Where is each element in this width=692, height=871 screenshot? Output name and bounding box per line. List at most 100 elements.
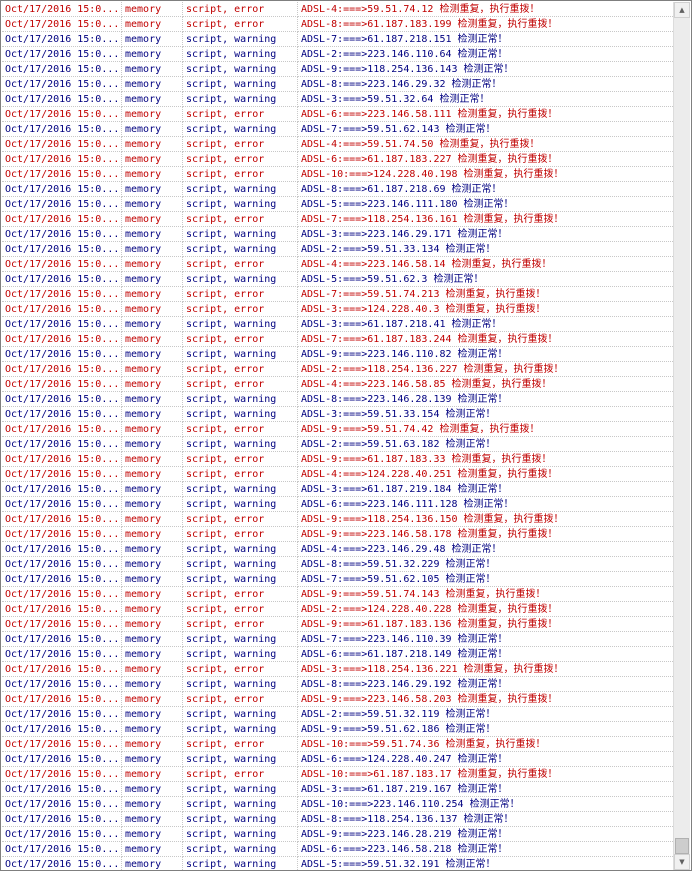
log-message-cell: ADSL-4:===>59.51.74.12 检测重复，执行重拨！ xyxy=(298,2,675,17)
log-time-cell: Oct/17/2016 15:0... xyxy=(2,212,122,227)
log-row[interactable]: Oct/17/2016 15:0... memory script, warning… xyxy=(2,557,675,572)
log-time-cell: Oct/17/2016 15:0... xyxy=(2,392,122,407)
log-row[interactable]: Oct/17/2016 15:0... memory script, error AD… xyxy=(2,332,675,347)
scroll-thumb[interactable] xyxy=(675,838,689,854)
log-row[interactable]: Oct/17/2016 15:0... memory script, error AD… xyxy=(2,107,675,122)
log-row[interactable]: Oct/17/2016 15:0... memory script, warning… xyxy=(2,497,675,512)
log-message-cell: ADSL-5:===>59.51.32.191 检测正常！ xyxy=(298,857,675,870)
log-row[interactable]: Oct/17/2016 15:0... memory script, warning… xyxy=(2,242,675,257)
log-time-cell: Oct/17/2016 15:0... xyxy=(2,317,122,332)
log-row[interactable]: Oct/17/2016 15:0... memory script, error AD… xyxy=(2,212,675,227)
log-row[interactable]: Oct/17/2016 15:0... memory script, error AD… xyxy=(2,662,675,677)
log-row[interactable]: Oct/17/2016 15:0... memory script, error AD… xyxy=(2,422,675,437)
log-time-cell: Oct/17/2016 15:0... xyxy=(2,512,122,527)
log-type-cell: script, error xyxy=(183,17,298,32)
log-source-cell: memory xyxy=(122,272,183,287)
log-row[interactable]: Oct/17/2016 15:0... memory script, warning… xyxy=(2,632,675,647)
log-time-cell: Oct/17/2016 15:0... xyxy=(2,572,122,587)
log-row[interactable]: Oct/17/2016 15:0... memory script, warning… xyxy=(2,227,675,242)
log-row[interactable]: Oct/17/2016 15:0... memory script, warning… xyxy=(2,122,675,137)
log-time-cell: Oct/17/2016 15:0... xyxy=(2,197,122,212)
log-row[interactable]: Oct/17/2016 15:0... memory script, warning… xyxy=(2,437,675,452)
log-type-cell: script, warning xyxy=(183,557,298,572)
log-row[interactable]: Oct/17/2016 15:0... memory script, error AD… xyxy=(2,302,675,317)
log-type-cell: script, warning xyxy=(183,632,298,647)
log-row[interactable]: Oct/17/2016 15:0... memory script, warning… xyxy=(2,782,675,797)
log-message-cell: ADSL-3:===>61.187.218.41 检测正常！ xyxy=(298,317,675,332)
vertical-scrollbar[interactable]: ▲ ▼ xyxy=(673,2,690,870)
log-source-cell: memory xyxy=(122,797,183,812)
log-row[interactable]: Oct/17/2016 15:0... memory script, warning… xyxy=(2,182,675,197)
log-time-cell: Oct/17/2016 15:0... xyxy=(2,812,122,827)
log-row[interactable]: Oct/17/2016 15:0... memory script, warning… xyxy=(2,32,675,47)
log-row[interactable]: Oct/17/2016 15:0... memory script, warning… xyxy=(2,857,675,870)
log-source-cell: memory xyxy=(122,332,183,347)
log-row[interactable]: Oct/17/2016 15:0... memory script, warning… xyxy=(2,317,675,332)
log-row[interactable]: Oct/17/2016 15:0... memory script, warning… xyxy=(2,827,675,842)
log-time-cell: Oct/17/2016 15:0... xyxy=(2,482,122,497)
log-row[interactable]: Oct/17/2016 15:0... memory script, error AD… xyxy=(2,2,675,17)
log-row[interactable]: Oct/17/2016 15:0... memory script, warning… xyxy=(2,77,675,92)
log-source-cell: memory xyxy=(122,167,183,182)
log-time-cell: Oct/17/2016 15:0... xyxy=(2,767,122,782)
log-row[interactable]: Oct/17/2016 15:0... memory script, error AD… xyxy=(2,452,675,467)
log-row[interactable]: Oct/17/2016 15:0... memory script, error AD… xyxy=(2,287,675,302)
log-row[interactable]: Oct/17/2016 15:0... memory script, warning… xyxy=(2,722,675,737)
log-row[interactable]: Oct/17/2016 15:0... memory script, error AD… xyxy=(2,512,675,527)
log-row[interactable]: Oct/17/2016 15:0... memory script, warning… xyxy=(2,677,675,692)
log-list[interactable]: Oct/17/2016 15:0... memory script, error AD… xyxy=(2,2,675,870)
log-type-cell: script, warning xyxy=(183,497,298,512)
log-row[interactable]: Oct/17/2016 15:0... memory script, warning… xyxy=(2,752,675,767)
scroll-up-button[interactable]: ▲ xyxy=(674,2,690,18)
log-row[interactable]: Oct/17/2016 15:0... memory script, error AD… xyxy=(2,527,675,542)
log-row[interactable]: Oct/17/2016 15:0... memory script, warning… xyxy=(2,92,675,107)
log-row[interactable]: Oct/17/2016 15:0... memory script, warning… xyxy=(2,347,675,362)
log-row[interactable]: Oct/17/2016 15:0... memory script, warning… xyxy=(2,272,675,287)
log-row[interactable]: Oct/17/2016 15:0... memory script, error AD… xyxy=(2,362,675,377)
scroll-down-button[interactable]: ▼ xyxy=(674,854,690,870)
log-time-cell: Oct/17/2016 15:0... xyxy=(2,842,122,857)
log-row[interactable]: Oct/17/2016 15:0... memory script, error AD… xyxy=(2,587,675,602)
log-row[interactable]: Oct/17/2016 15:0... memory script, warning… xyxy=(2,482,675,497)
log-time-cell: Oct/17/2016 15:0... xyxy=(2,692,122,707)
log-row[interactable]: Oct/17/2016 15:0... memory script, warning… xyxy=(2,812,675,827)
log-row[interactable]: Oct/17/2016 15:0... memory script, error AD… xyxy=(2,692,675,707)
log-row[interactable]: Oct/17/2016 15:0... memory script, error AD… xyxy=(2,152,675,167)
log-source-cell: memory xyxy=(122,152,183,167)
log-message-cell: ADSL-3:===>59.51.32.64 检测正常！ xyxy=(298,92,675,107)
log-row[interactable]: Oct/17/2016 15:0... memory script, warning… xyxy=(2,542,675,557)
log-time-cell: Oct/17/2016 15:0... xyxy=(2,167,122,182)
log-row[interactable]: Oct/17/2016 15:0... memory script, warning… xyxy=(2,407,675,422)
log-row[interactable]: Oct/17/2016 15:0... memory script, error AD… xyxy=(2,257,675,272)
log-source-cell: memory xyxy=(122,602,183,617)
log-row[interactable]: Oct/17/2016 15:0... memory script, warning… xyxy=(2,47,675,62)
log-time-cell: Oct/17/2016 15:0... xyxy=(2,77,122,92)
log-time-cell: Oct/17/2016 15:0... xyxy=(2,377,122,392)
log-row[interactable]: Oct/17/2016 15:0... memory script, warning… xyxy=(2,707,675,722)
log-row[interactable]: Oct/17/2016 15:0... memory script, warning… xyxy=(2,197,675,212)
log-row[interactable]: Oct/17/2016 15:0... memory script, error AD… xyxy=(2,617,675,632)
log-type-cell: script, error xyxy=(183,362,298,377)
log-type-cell: script, warning xyxy=(183,347,298,362)
log-row[interactable]: Oct/17/2016 15:0... memory script, warning… xyxy=(2,647,675,662)
log-row[interactable]: Oct/17/2016 15:0... memory script, error AD… xyxy=(2,137,675,152)
log-row[interactable]: Oct/17/2016 15:0... memory script, error AD… xyxy=(2,17,675,32)
log-message-cell: ADSL-5:===>223.146.111.180 检测正常！ xyxy=(298,197,675,212)
log-row[interactable]: Oct/17/2016 15:0... memory script, warning… xyxy=(2,842,675,857)
log-message-cell: ADSL-6:===>223.146.111.128 检测正常！ xyxy=(298,497,675,512)
log-row[interactable]: Oct/17/2016 15:0... memory script, error AD… xyxy=(2,737,675,752)
log-source-cell: memory xyxy=(122,122,183,137)
log-row[interactable]: Oct/17/2016 15:0... memory script, error AD… xyxy=(2,767,675,782)
log-row[interactable]: Oct/17/2016 15:0... memory script, error AD… xyxy=(2,602,675,617)
log-message-cell: ADSL-3:===>61.187.219.184 检测正常！ xyxy=(298,482,675,497)
log-row[interactable]: Oct/17/2016 15:0... memory script, warning… xyxy=(2,392,675,407)
log-source-cell: memory xyxy=(122,47,183,62)
log-row[interactable]: Oct/17/2016 15:0... memory script, warning… xyxy=(2,62,675,77)
log-row[interactable]: Oct/17/2016 15:0... memory script, warning… xyxy=(2,572,675,587)
log-row[interactable]: Oct/17/2016 15:0... memory script, error AD… xyxy=(2,467,675,482)
log-row[interactable]: Oct/17/2016 15:0... memory script, warning… xyxy=(2,797,675,812)
log-row[interactable]: Oct/17/2016 15:0... memory script, error AD… xyxy=(2,167,675,182)
log-row[interactable]: Oct/17/2016 15:0... memory script, error AD… xyxy=(2,377,675,392)
log-type-cell: script, warning xyxy=(183,827,298,842)
log-time-cell: Oct/17/2016 15:0... xyxy=(2,677,122,692)
